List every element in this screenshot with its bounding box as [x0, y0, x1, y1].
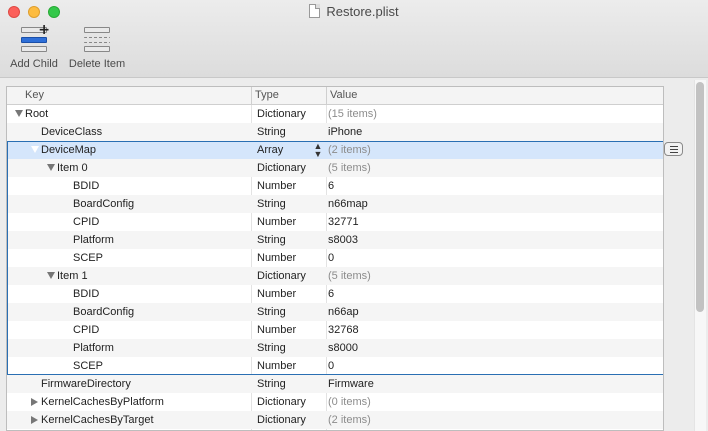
row-type[interactable]: String — [257, 375, 286, 393]
disclosure-triangle-expanded-icon[interactable] — [15, 110, 23, 117]
row-type[interactable]: Number — [257, 177, 296, 195]
row-key[interactable]: CPID — [73, 321, 99, 339]
row-value[interactable]: iPhone — [328, 123, 362, 141]
title-bar: Restore.plist + Add Child Delete Item — [0, 0, 708, 78]
row-value[interactable]: 0 — [328, 357, 334, 375]
row-type[interactable]: String — [257, 303, 286, 321]
add-child-button[interactable]: + Add Child — [6, 22, 62, 70]
row-value[interactable]: Firmware — [328, 375, 374, 393]
outline-row[interactable]: DeviceMap Array ▲ ▼ (2 items) — [7, 141, 663, 159]
row-value[interactable]: n66ap — [328, 303, 359, 321]
row-key[interactable]: BDID — [73, 177, 99, 195]
row-key[interactable]: BoardConfig — [73, 303, 134, 321]
outline-row[interactable]: CPID Number 32771 — [7, 213, 663, 231]
row-type[interactable]: Number — [257, 249, 296, 267]
column-header-value[interactable]: Value — [330, 89, 357, 101]
outline-row[interactable]: FirmwareDirectory String Firmware — [7, 375, 663, 393]
row-key[interactable]: KernelCachesByTarget — [41, 411, 154, 429]
row-type[interactable]: Number — [257, 213, 296, 231]
outline-row[interactable]: BDID Number 6 — [7, 285, 663, 303]
delete-item-icon — [81, 24, 113, 54]
disclosure-triangle-collapsed-icon[interactable] — [31, 416, 38, 424]
window-title-text: Restore.plist — [326, 4, 399, 19]
window-title: Restore.plist — [0, 4, 708, 19]
outline-row[interactable]: BoardConfig String n66map — [7, 195, 663, 213]
outline-row[interactable]: SCEP Number 0 — [7, 357, 663, 375]
scrollbar-thumb[interactable] — [696, 82, 704, 312]
outline-row[interactable]: Root Dictionary (15 items) — [7, 105, 663, 123]
row-type[interactable]: Array — [257, 141, 283, 159]
row-type[interactable]: String — [257, 339, 286, 357]
plist-outline-view[interactable]: Key Type Value Root Dictionary (15 items) D… — [6, 86, 664, 431]
outline-row[interactable]: Platform String s8000 — [7, 339, 663, 357]
outline-row[interactable]: BDID Number 6 — [7, 177, 663, 195]
row-type[interactable]: Dictionary — [257, 105, 306, 123]
add-child-icon: + — [18, 22, 50, 54]
row-key[interactable]: SCEP — [73, 249, 103, 267]
outline-row[interactable]: SCEP Number 0 — [7, 249, 663, 267]
row-key[interactable]: Item 1 — [57, 267, 88, 285]
row-value[interactable]: 32768 — [328, 321, 359, 339]
row-key[interactable]: Platform — [73, 339, 114, 357]
delete-item-button[interactable]: Delete Item — [64, 24, 130, 70]
outline-row[interactable]: Item 1 Dictionary (5 items) — [7, 267, 663, 285]
outline-row[interactable]: DeviceClass String iPhone — [7, 123, 663, 141]
row-type[interactable]: Dictionary — [257, 411, 306, 429]
row-type[interactable]: String — [257, 123, 286, 141]
row-type[interactable]: String — [257, 195, 286, 213]
column-header-type[interactable]: Type — [255, 89, 279, 101]
disclosure-triangle-collapsed-icon[interactable] — [31, 398, 38, 406]
row-key[interactable]: Item 0 — [57, 159, 88, 177]
disclosure-triangle-expanded-icon[interactable] — [47, 272, 55, 279]
row-type[interactable]: Dictionary — [257, 267, 306, 285]
row-key[interactable]: BoardConfig — [73, 195, 134, 213]
add-child-label: Add Child — [10, 58, 58, 70]
outline-row[interactable]: CPID Number 32768 — [7, 321, 663, 339]
row-key[interactable]: DeviceClass — [41, 123, 102, 141]
row-key[interactable]: DeviceMap — [41, 141, 96, 159]
row-type[interactable]: Dictionary — [257, 393, 306, 411]
outline-row[interactable]: KernelCachesByTarget Dictionary (2 items) — [7, 411, 663, 429]
row-type[interactable]: Dictionary — [257, 159, 306, 177]
row-type[interactable]: Number — [257, 285, 296, 303]
row-key[interactable]: Platform — [73, 231, 114, 249]
row-value[interactable]: s8000 — [328, 339, 358, 357]
row-value[interactable]: (2 items) — [328, 141, 371, 159]
document-icon — [309, 4, 321, 18]
row-value[interactable]: (5 items) — [328, 159, 371, 177]
disclosure-triangle-expanded-icon[interactable] — [47, 164, 55, 171]
row-value[interactable]: 32771 — [328, 213, 359, 231]
delete-item-label: Delete Item — [68, 58, 126, 70]
outline-row[interactable]: KernelCachesByPlatform Dictionary (0 items… — [7, 393, 663, 411]
row-value[interactable]: (15 items) — [328, 105, 377, 123]
row-type[interactable]: Number — [257, 321, 296, 339]
row-value[interactable]: 6 — [328, 177, 334, 195]
row-value[interactable]: (2 items) — [328, 411, 371, 429]
row-key[interactable]: Root — [25, 105, 48, 123]
disclosure-triangle-expanded-icon[interactable] — [31, 146, 39, 153]
row-key[interactable]: KernelCachesByPlatform — [41, 393, 164, 411]
outline-row[interactable]: BoardConfig String n66ap — [7, 303, 663, 321]
outline-row[interactable]: Item 0 Dictionary (5 items) — [7, 159, 663, 177]
column-header: Key Type Value — [7, 87, 663, 105]
row-value[interactable]: (0 items) — [328, 393, 371, 411]
column-header-key[interactable]: Key — [25, 89, 44, 101]
row-key[interactable]: FirmwareDirectory — [41, 375, 131, 393]
row-value[interactable]: 6 — [328, 285, 334, 303]
row-value[interactable]: n66map — [328, 195, 368, 213]
outline-row[interactable]: Platform String s8003 — [7, 231, 663, 249]
row-value[interactable]: s8003 — [328, 231, 358, 249]
row-key[interactable]: SCEP — [73, 357, 103, 375]
row-key[interactable]: BDID — [73, 285, 99, 303]
row-value[interactable]: 0 — [328, 249, 334, 267]
row-type[interactable]: String — [257, 231, 286, 249]
row-value[interactable]: (5 items) — [328, 267, 371, 285]
row-key[interactable]: CPID — [73, 213, 99, 231]
row-menu-button[interactable] — [664, 142, 683, 156]
type-popup-stepper-icon[interactable]: ▲ ▼ — [313, 142, 323, 159]
row-type[interactable]: Number — [257, 357, 296, 375]
